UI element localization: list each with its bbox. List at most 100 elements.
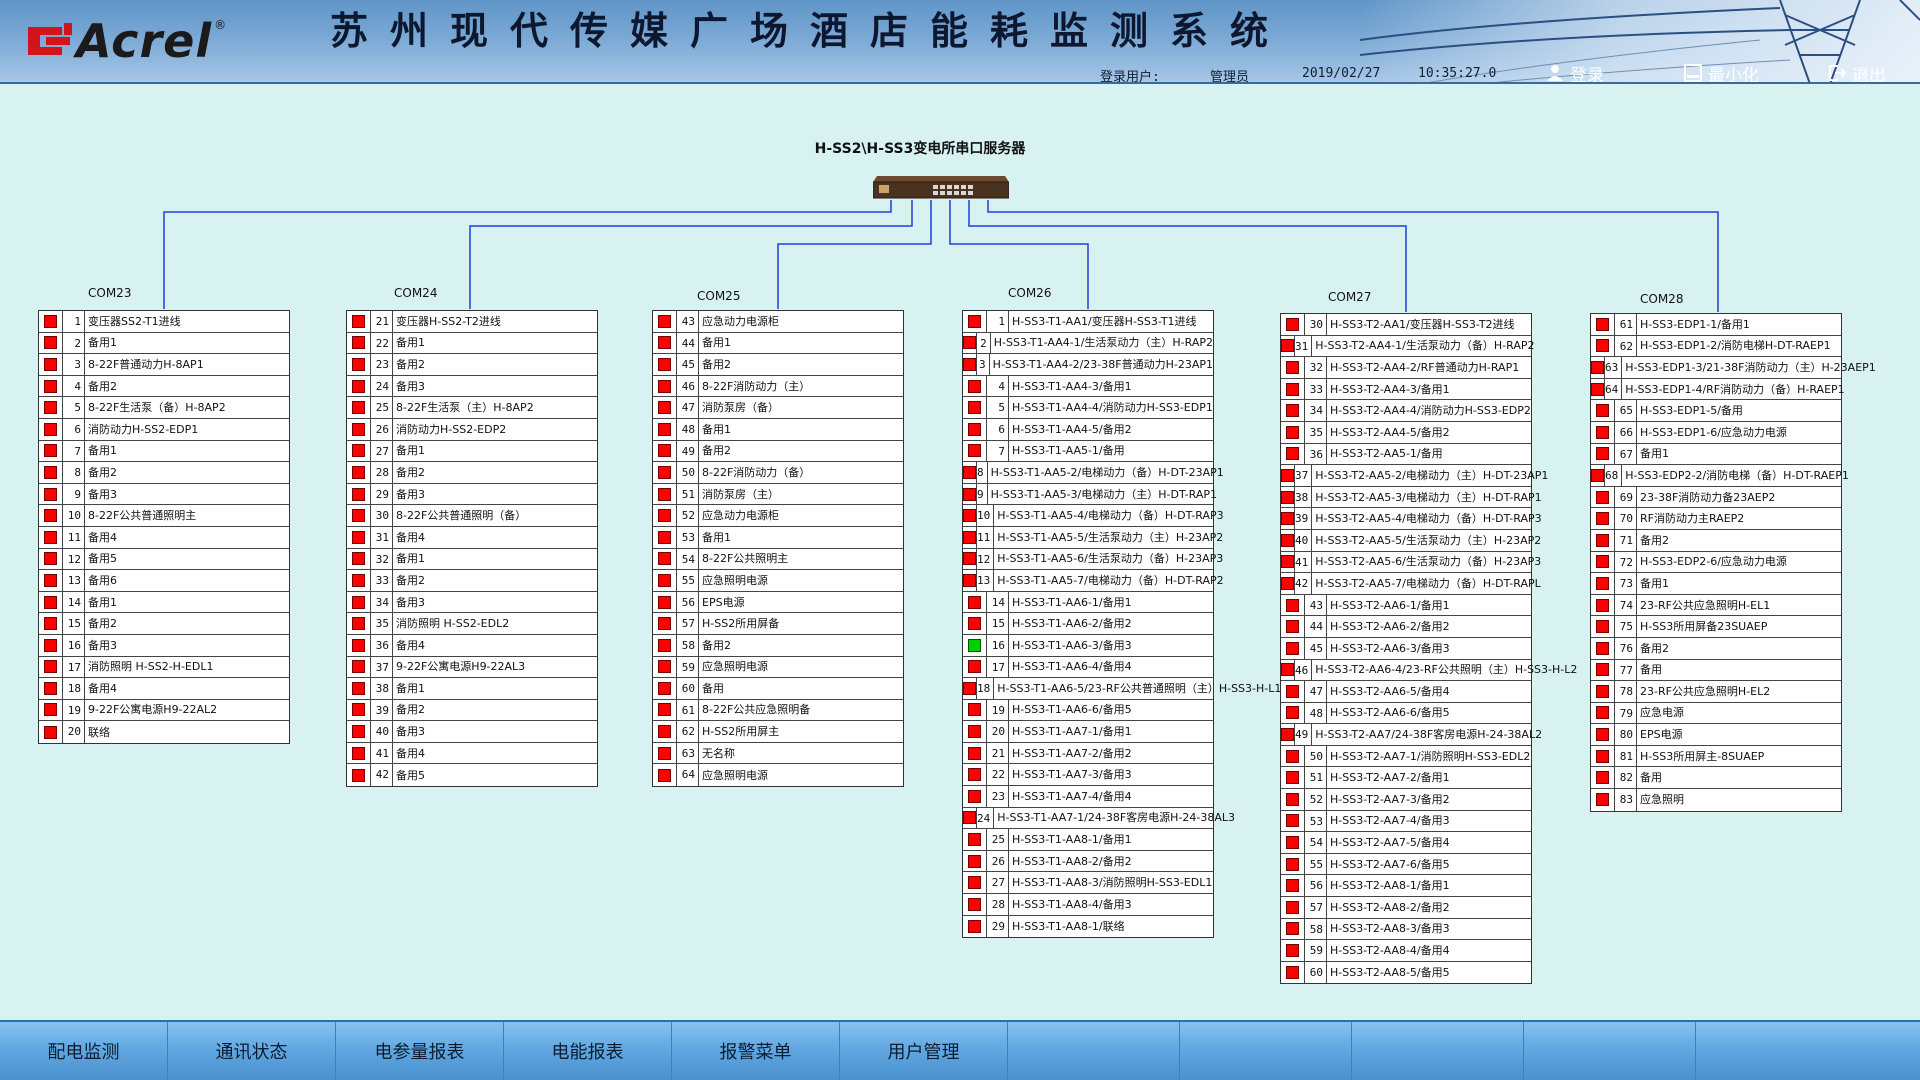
device-row[interactable]: 58 H-SS3-T2-AA8-3/备用3 [1281, 918, 1531, 941]
device-row[interactable]: 17 H-SS3-T1-AA6-4/备用4 [963, 656, 1213, 679]
device-row[interactable]: 41 备用4 [347, 742, 597, 765]
device-row[interactable]: 31 H-SS3-T2-AA4-1/生活泵动力（备）H-RAP2 [1281, 335, 1534, 358]
device-row[interactable]: 42 备用5 [347, 764, 597, 787]
device-row[interactable]: 67 备用1 [1591, 443, 1841, 466]
nav-tab[interactable] [1180, 1022, 1352, 1080]
device-row[interactable]: 19 9-22F公寓电源H9-22AL2 [39, 699, 289, 722]
device-row[interactable]: 8 备用2 [39, 462, 289, 484]
device-row[interactable]: 4 H-SS3-T1-AA4-3/备用1 [963, 375, 1213, 398]
device-row[interactable]: 16 H-SS3-T1-AA6-3/备用3 [963, 634, 1213, 657]
device-row[interactable]: 57 H-SS2所用屏备 [653, 613, 903, 635]
device-row[interactable]: 52 应急动力电源柜 [653, 505, 903, 527]
device-row[interactable]: 46 H-SS3-T2-AA6-4/23-RF公共照明（主）H-SS3-H-L2 [1281, 659, 1577, 682]
device-row[interactable]: 30 H-SS3-T2-AA1/变压器H-SS3-T2进线 [1281, 314, 1531, 336]
device-row[interactable]: 36 备用4 [347, 634, 597, 657]
device-row[interactable]: 42 H-SS3-T2-AA5-7/电梯动力（备）H-DT-RAPL [1281, 573, 1541, 595]
device-row[interactable]: 34 备用3 [347, 591, 597, 614]
nav-tab[interactable]: 电参量报表 [336, 1022, 504, 1080]
nav-tab[interactable] [1008, 1022, 1180, 1080]
device-row[interactable]: 62 H-SS2所用屏主 [653, 721, 903, 743]
device-row[interactable]: 52 H-SS3-T2-AA7-3/备用2 [1281, 789, 1531, 811]
device-row[interactable]: 27 备用1 [347, 440, 597, 463]
device-row[interactable]: 45 备用2 [653, 354, 903, 376]
device-row[interactable]: 36 H-SS3-T2-AA5-1/备用 [1281, 443, 1531, 466]
device-row[interactable]: 38 H-SS3-T2-AA5-3/电梯动力（主）H-DT-RAP1 [1281, 486, 1542, 509]
device-row[interactable]: 3 8-22F普通动力H-8AP1 [39, 354, 289, 376]
device-row[interactable]: 21 变压器H-SS2-T2进线 [347, 311, 597, 333]
device-row[interactable]: 26 H-SS3-T1-AA8-2/备用2 [963, 850, 1213, 873]
login-button[interactable]: 登录 [1546, 62, 1604, 82]
device-row[interactable]: 68 H-SS3-EDP2-2/消防电梯（备）H-DT-RAEP1 [1591, 465, 1849, 487]
device-row[interactable]: 18 备用4 [39, 678, 289, 700]
device-row[interactable]: 64 应急照明电源 [653, 764, 903, 787]
device-row[interactable]: 53 备用1 [653, 526, 903, 549]
device-row[interactable]: 9 备用3 [39, 483, 289, 506]
device-row[interactable]: 33 备用2 [347, 570, 597, 592]
device-row[interactable]: 77 备用 [1591, 659, 1841, 682]
device-row[interactable]: 80 EPS电源 [1591, 724, 1841, 746]
device-row[interactable]: 44 备用1 [653, 332, 903, 355]
device-row[interactable]: 11 备用4 [39, 526, 289, 549]
device-row[interactable]: 49 备用2 [653, 440, 903, 463]
device-row[interactable]: 79 应急电源 [1591, 702, 1841, 725]
device-row[interactable]: 25 H-SS3-T1-AA8-1/备用1 [963, 829, 1213, 851]
device-row[interactable]: 47 消防泵房（备） [653, 397, 903, 419]
nav-tab[interactable] [1696, 1022, 1920, 1080]
device-row[interactable]: 41 H-SS3-T2-AA5-6/生活泵动力（备）H-23AP3 [1281, 551, 1541, 574]
device-row[interactable]: 1 变压器SS2-T1进线 [39, 311, 289, 333]
device-row[interactable]: 57 H-SS3-T2-AA8-2/备用2 [1281, 897, 1531, 919]
device-row[interactable]: 56 EPS电源 [653, 591, 903, 614]
device-row[interactable]: 19 H-SS3-T1-AA6-6/备用5 [963, 699, 1213, 722]
device-row[interactable]: 32 备用1 [347, 548, 597, 571]
device-row[interactable]: 10 8-22F公共普通照明主 [39, 505, 289, 527]
nav-tab[interactable]: 通讯状态 [168, 1022, 336, 1080]
device-row[interactable]: 13 H-SS3-T1-AA5-7/电梯动力（备）H-DT-RAP2 [963, 570, 1224, 592]
device-row[interactable]: 35 消防照明 H-SS2-EDL2 [347, 613, 597, 635]
nav-tab[interactable]: 电能报表 [504, 1022, 672, 1080]
device-row[interactable]: 6 消防动力H-SS2-EDP1 [39, 418, 289, 441]
device-row[interactable]: 50 8-22F消防动力（备） [653, 462, 903, 484]
device-row[interactable]: 74 23-RF公共应急照明H-EL1 [1591, 594, 1841, 617]
device-row[interactable]: 24 H-SS3-T1-AA7-1/24-38F客房电源H-24-38AL3 [963, 807, 1235, 830]
device-row[interactable]: 39 H-SS3-T2-AA5-4/电梯动力（备）H-DT-RAP3 [1281, 508, 1542, 530]
device-row[interactable]: 61 H-SS3-EDP1-1/备用1 [1591, 314, 1841, 336]
nav-tab[interactable]: 用户管理 [840, 1022, 1008, 1080]
device-row[interactable]: 61 8-22F公共应急照明备 [653, 699, 903, 722]
device-row[interactable]: 40 备用3 [347, 721, 597, 743]
device-row[interactable]: 16 备用3 [39, 634, 289, 657]
device-row[interactable]: 51 H-SS3-T2-AA7-2/备用1 [1281, 767, 1531, 790]
device-row[interactable]: 64 H-SS3-EDP1-4/RF消防动力（备）H-RAEP1 [1591, 378, 1845, 401]
device-row[interactable]: 15 备用2 [39, 613, 289, 635]
device-row[interactable]: 60 H-SS3-T2-AA8-5/备用5 [1281, 961, 1531, 984]
device-row[interactable]: 83 应急照明 [1591, 789, 1841, 811]
device-row[interactable]: 44 H-SS3-T2-AA6-2/备用2 [1281, 616, 1531, 638]
device-row[interactable]: 48 H-SS3-T2-AA6-6/备用5 [1281, 702, 1531, 725]
device-row[interactable]: 37 9-22F公寓电源H9-22AL3 [347, 656, 597, 679]
device-row[interactable]: 7 H-SS3-T1-AA5-1/备用 [963, 440, 1213, 463]
device-row[interactable]: 78 23-RF公共应急照明H-EL2 [1591, 681, 1841, 703]
device-row[interactable]: 39 备用2 [347, 699, 597, 722]
device-row[interactable]: 9 H-SS3-T1-AA5-3/电梯动力（主）H-DT-RAP1 [963, 483, 1217, 506]
device-row[interactable]: 82 备用 [1591, 767, 1841, 790]
device-row[interactable]: 70 RF消防动力主RAEP2 [1591, 508, 1841, 530]
minimize-button[interactable]: 最小化 [1684, 62, 1759, 82]
device-row[interactable]: 55 H-SS3-T2-AA7-6/备用5 [1281, 853, 1531, 876]
network-switch-icon[interactable] [872, 170, 1010, 200]
device-row[interactable]: 33 H-SS3-T2-AA4-3/备用1 [1281, 378, 1531, 401]
device-row[interactable]: 4 备用2 [39, 375, 289, 398]
device-row[interactable]: 5 8-22F生活泵（备）H-8AP2 [39, 397, 289, 419]
device-row[interactable]: 59 H-SS3-T2-AA8-4/备用4 [1281, 940, 1531, 962]
device-row[interactable]: 51 消防泵房（主） [653, 483, 903, 506]
device-row[interactable]: 14 备用1 [39, 591, 289, 614]
nav-tab[interactable] [1352, 1022, 1524, 1080]
device-row[interactable]: 1 H-SS3-T1-AA1/变压器H-SS3-T1进线 [963, 311, 1213, 333]
device-row[interactable]: 17 消防照明 H-SS2-H-EDL1 [39, 656, 289, 679]
device-row[interactable]: 60 备用 [653, 678, 903, 700]
device-row[interactable]: 11 H-SS3-T1-AA5-5/生活泵动力（主）H-23AP2 [963, 526, 1223, 549]
device-row[interactable]: 40 H-SS3-T2-AA5-5/生活泵动力（主）H-23AP2 [1281, 529, 1541, 552]
nav-tab[interactable]: 报警菜单 [672, 1022, 840, 1080]
device-row[interactable]: 66 H-SS3-EDP1-6/应急动力电源 [1591, 421, 1841, 444]
device-row[interactable]: 24 备用3 [347, 375, 597, 398]
device-row[interactable]: 59 应急照明电源 [653, 656, 903, 679]
device-row[interactable]: 58 备用2 [653, 634, 903, 657]
